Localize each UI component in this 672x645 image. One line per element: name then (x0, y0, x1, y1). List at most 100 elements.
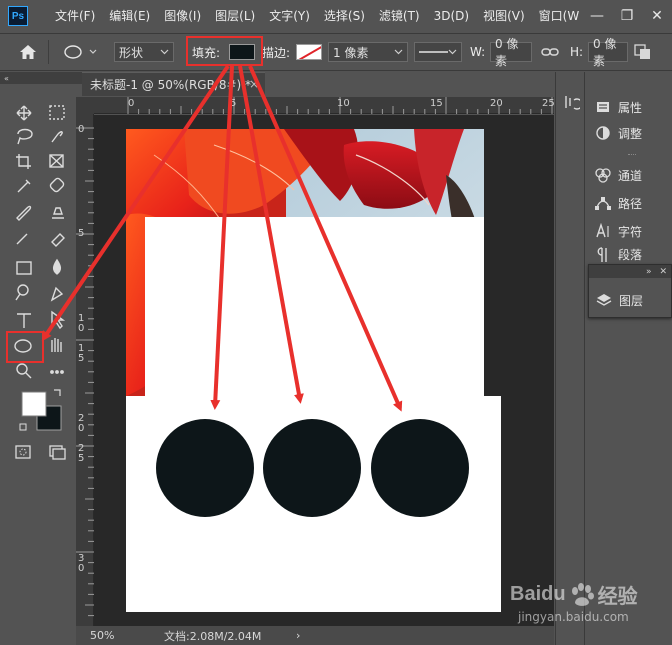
status-menu-arrow[interactable]: › (296, 629, 300, 642)
gradient-tool-icon (16, 261, 32, 275)
stroke-width-value: 1 像素 (333, 45, 369, 60)
crop-tool-icon (16, 154, 31, 169)
tools-panel (0, 84, 82, 645)
close-button[interactable]: ✕ (642, 0, 672, 32)
type-tool-icon (17, 313, 31, 328)
expand-icon[interactable]: » (646, 267, 652, 277)
document-tabbar: 未标题-1 @ 50%(RGB/8#) * × (82, 72, 554, 96)
panel-grip (628, 154, 636, 157)
panel-layers[interactable]: 图层 (589, 287, 671, 313)
paragraph-icon (588, 246, 618, 262)
no-stroke-chip (296, 44, 322, 60)
adjustments-icon (588, 125, 618, 141)
history-icon[interactable] (560, 90, 582, 114)
lasso-tool-icon (17, 128, 33, 145)
link-icon[interactable] (541, 34, 559, 70)
stroke-width-dropdown[interactable]: 1 像素 (328, 42, 408, 62)
ellipse-shape-2 (263, 419, 361, 517)
clone-stamp-tool-icon (52, 207, 64, 219)
options-bar: 形状 填充: 描边: 1 像素 W: 0 像素 H: 0 像素 (0, 33, 672, 71)
ruler-label: 25 (542, 98, 555, 109)
panel-label: 通道 (618, 168, 643, 183)
move-tool[interactable] (10, 102, 36, 124)
ruler-label: 2 0 (78, 413, 85, 434)
zoom-tool-icon (16, 363, 28, 375)
menu-file[interactable]: 文件(F) (48, 0, 102, 32)
ellipse-tool-preset-picker[interactable] (60, 34, 100, 70)
chevron-down-icon (448, 49, 457, 55)
restore-button[interactable]: ❐ (612, 0, 642, 32)
close-panel-icon[interactable]: ✕ (659, 267, 667, 277)
document-tab[interactable]: 未标题-1 @ 50%(RGB/8#) * × (82, 72, 265, 96)
status-bar: 50% 文档:2.08M/2.04M › (76, 626, 554, 645)
height-label: H: (570, 45, 584, 59)
layers-panel: » ✕ 图层 (588, 264, 672, 318)
menu-window[interactable]: 窗口(W (532, 0, 587, 32)
toolbar-collapse-strip[interactable]: « (0, 72, 82, 84)
panel-adjustments[interactable]: 调整 (588, 120, 672, 146)
menu-layer[interactable]: 图层(L) (208, 0, 262, 32)
menu-edit[interactable]: 编辑(E) (102, 0, 157, 32)
horizontal-ruler[interactable]: 0 5 10 15 20 25 (94, 97, 555, 114)
path-operations-icon[interactable] (634, 34, 652, 70)
layers-panel-header: » ✕ (589, 265, 671, 278)
foreground-color-swatch (21, 391, 47, 417)
panel-channels[interactable]: 通道 (588, 162, 672, 188)
channels-icon (588, 167, 618, 183)
menu-filter[interactable]: 滤镜(T) (372, 0, 427, 32)
width-input[interactable]: 0 像素 (490, 37, 532, 68)
eyedropper-tool-icon (17, 179, 31, 193)
right-panel-dock: 属性 调整 通道 路径 字符 段落 (588, 72, 672, 645)
panel-paragraph[interactable]: 段落 (588, 244, 672, 264)
ruler-label: 5 (78, 228, 85, 239)
swap-colors-icon (54, 389, 61, 396)
chevron-down-icon (394, 49, 403, 55)
path-selection-tool-icon (51, 310, 66, 330)
ellipse-shape-3 (371, 419, 469, 517)
history-panel-dock (555, 72, 585, 645)
height-input[interactable]: 0 像素 (588, 37, 628, 68)
layers-label: 图层 (619, 293, 644, 308)
stroke-color-swatch[interactable] (296, 34, 322, 70)
stroke-type-dropdown[interactable] (414, 42, 462, 62)
panel-properties[interactable]: 属性 (588, 94, 672, 120)
document-size: 文档:2.08M/2.04M (164, 629, 262, 643)
blur-tool-icon (52, 258, 62, 275)
menu-view[interactable]: 视图(V) (476, 0, 532, 32)
character-icon (588, 223, 618, 239)
photoshop-logo: Ps (8, 6, 28, 26)
fill-highlight-box (186, 36, 263, 66)
double-chevron-icon: « (4, 73, 9, 83)
marquee-tool[interactable] (44, 102, 70, 124)
eraser-tool-icon (51, 233, 65, 247)
minimize-button[interactable]: — (582, 0, 612, 32)
ruler-label: 2 5 (78, 443, 85, 464)
canvas-area[interactable] (94, 115, 554, 626)
panel-label: 字符 (618, 224, 643, 239)
tool-mode-value: 形状 (119, 45, 144, 60)
healing-brush-tool-icon (49, 177, 65, 193)
panel-character[interactable]: 字符 (588, 218, 672, 244)
home-icon[interactable] (18, 34, 38, 70)
ruler-label: 0 (128, 98, 135, 109)
ruler-label: 20 (490, 98, 503, 109)
baidu-watermark: Baidu 经验 jingyan.baidu.com (510, 576, 650, 636)
document-canvas[interactable] (94, 115, 554, 626)
close-tab-icon[interactable]: × (249, 77, 259, 91)
ruler-corner (76, 97, 94, 114)
panel-paths[interactable]: 路径 (588, 190, 672, 216)
layers-icon (589, 292, 619, 308)
stroke-label: 描边: (262, 45, 291, 60)
vertical-ruler[interactable]: 0 5 1 0 1 5 2 0 2 5 3 0 (76, 114, 94, 626)
width-label: W: (470, 45, 486, 59)
menu-image[interactable]: 图像(I) (157, 0, 208, 32)
zoom-level[interactable]: 50% (90, 629, 150, 642)
ruler-label: 10 (337, 98, 350, 109)
menu-type[interactable]: 文字(Y) (262, 0, 317, 32)
brush-tool-icon (16, 205, 32, 221)
hand-tool[interactable] (44, 335, 70, 357)
properties-icon (588, 100, 618, 114)
menu-3d[interactable]: 3D(D) (427, 0, 476, 32)
menu-select[interactable]: 选择(S) (317, 0, 372, 32)
tool-mode-dropdown[interactable]: 形状 (114, 42, 174, 62)
